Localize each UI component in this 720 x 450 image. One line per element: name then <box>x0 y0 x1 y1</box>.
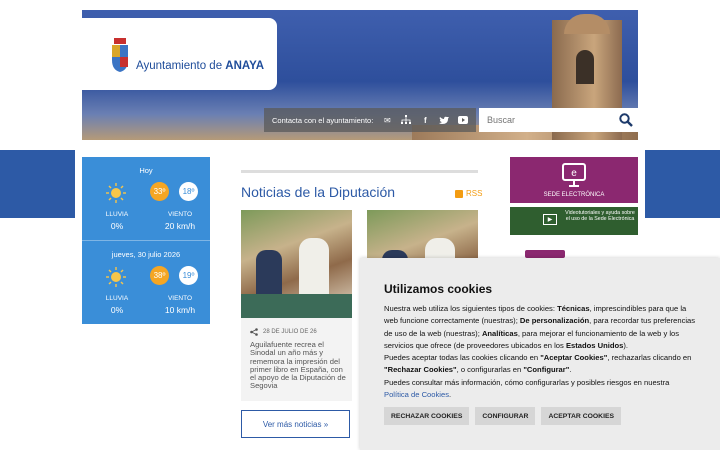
wind-value: 10 km/h <box>164 305 196 315</box>
email-icon[interactable]: ✉ <box>382 115 392 125</box>
news-image <box>241 210 352 318</box>
news-summary[interactable]: Aguilafuente recrea el Sinodal un año má… <box>250 340 350 391</box>
max-temperature: 33º <box>150 182 169 201</box>
sun-icon <box>106 267 126 287</box>
page: Ayuntamiento de ANAYA Contacta con el ay… <box>0 0 720 450</box>
e-sede-icon: e <box>562 163 586 187</box>
configure-cookies-button[interactable]: CONFIGURAR <box>475 407 536 425</box>
site-logo[interactable]: Ayuntamiento de ANAYA <box>82 18 277 90</box>
sede-label: SEDE ELECTRÓNICA <box>543 192 605 198</box>
cookie-title: Utilizamos cookies <box>384 282 493 296</box>
wind-value: 20 km/h <box>164 221 196 231</box>
news-date-text: 28 DE JULIO DE 26 <box>263 329 317 335</box>
coat-of-arms-icon <box>112 38 128 72</box>
accept-cookies-button[interactable]: ACEPTAR COOKIES <box>541 407 622 425</box>
rss-label: RSS <box>466 189 483 198</box>
weather-tomorrow: jueves, 30 julio 2026 38º 19º LLUVIA VIE… <box>82 240 210 323</box>
wind-label: VIENTO <box>167 295 193 302</box>
video-tutorials-label: Videotutoriales y ayuda sobre el uso de … <box>565 210 635 222</box>
max-temperature: 38º <box>150 266 169 285</box>
rain-label: LLUVIA <box>105 211 129 218</box>
more-news-button[interactable]: Ver más noticias » <box>241 410 350 438</box>
share-icon[interactable] <box>250 328 258 336</box>
rain-value: 0% <box>110 305 124 315</box>
rss-icon <box>455 189 463 198</box>
youtube-icon[interactable] <box>458 115 469 125</box>
sede-electronica-banner[interactable]: e SEDE ELECTRÓNICA <box>510 157 638 203</box>
search-icon[interactable] <box>619 113 633 127</box>
logo-text: Ayuntamiento de ANAYA <box>136 60 265 72</box>
weather-widget: Hoy 33º 18º LLUVIA VIENTO 0% 20 km/h jue… <box>82 157 210 324</box>
svg-text:e: e <box>571 168 577 179</box>
reject-cookies-button[interactable]: RECHAZAR COOKIES <box>384 407 470 425</box>
weather-day-label: jueves, 30 julio 2026 <box>111 250 181 259</box>
side-band-left <box>0 150 75 218</box>
twitter-icon[interactable] <box>439 115 450 125</box>
search-input[interactable] <box>479 109 609 131</box>
section-divider <box>241 170 478 173</box>
news-date: 28 DE JULIO DE 26 <box>250 328 317 336</box>
cookie-policy-link[interactable]: Política de Cookies <box>384 390 449 399</box>
weather-day-label: Hoy <box>139 166 153 175</box>
sun-icon <box>106 183 126 203</box>
news-section-title: Noticias de la Diputación <box>241 184 396 200</box>
rain-label: LLUVIA <box>105 295 129 302</box>
contact-label: Contacta con el ayuntamiento: <box>272 115 374 125</box>
play-icon: ▶ <box>543 214 557 225</box>
min-temperature: 18º <box>179 182 198 201</box>
sitemap-icon[interactable] <box>401 115 412 125</box>
search-box <box>479 108 638 132</box>
contact-bar: Contacta con el ayuntamiento: ✉ f <box>264 108 476 132</box>
side-band-right <box>645 150 720 218</box>
cookie-consent-dialog: Utilizamos cookies Nuestra web utiliza l… <box>360 258 720 450</box>
cookie-text: Nuestra web utiliza los siguientes tipos… <box>384 304 696 400</box>
wind-label: VIENTO <box>167 211 193 218</box>
rain-value: 0% <box>110 221 124 231</box>
banner-fragment <box>525 250 565 258</box>
news-card[interactable]: 28 DE JULIO DE 26 Aguilafuente recrea el… <box>241 210 352 401</box>
weather-today: Hoy 33º 18º LLUVIA VIENTO 0% 20 km/h <box>82 157 210 240</box>
rss-link[interactable]: RSS <box>455 189 482 198</box>
facebook-icon[interactable]: f <box>420 115 430 125</box>
cookie-buttons: RECHAZAR COOKIES CONFIGURAR ACEPTAR COOK… <box>384 407 622 425</box>
min-temperature: 19º <box>179 266 198 285</box>
video-tutorials-banner[interactable]: ▶ Videotutoriales y ayuda sobre el uso d… <box>510 207 638 235</box>
